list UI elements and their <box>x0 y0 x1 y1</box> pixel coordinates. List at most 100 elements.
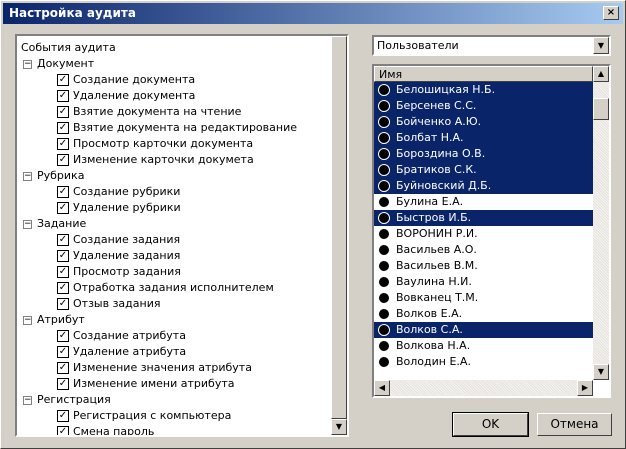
event-label: Создание рубрики <box>73 185 181 198</box>
user-row[interactable]: Васильев В.М. <box>374 258 593 274</box>
users-scroll-right-button[interactable]: ▶ <box>577 380 593 396</box>
combo-value: Пользователи <box>377 39 459 52</box>
event-checkbox[interactable]: ✓ <box>57 74 69 86</box>
user-name: Братиков С.К. <box>396 163 477 176</box>
event-checkbox[interactable]: ✓ <box>57 250 69 262</box>
users-horizontal-scrollbar[interactable]: ◀ ▶ <box>374 380 593 396</box>
user-name: Бойченко А.Ю. <box>396 115 482 128</box>
user-name: Волкова Н.А. <box>396 339 471 352</box>
user-row[interactable]: Белошицкая Н.Б. <box>374 82 593 98</box>
user-icon <box>378 228 390 240</box>
event-checkbox[interactable]: ✓ <box>57 282 69 294</box>
event-checkbox[interactable]: ✓ <box>57 154 69 166</box>
user-icon <box>378 244 390 256</box>
user-row[interactable]: Волков С.А. <box>374 322 593 338</box>
user-icon <box>378 148 390 160</box>
event-label: Удаление рубрики <box>73 201 181 214</box>
user-row[interactable]: Буйновский Д.Б. <box>374 178 593 194</box>
subject-type-combo[interactable]: Пользователи ▼ <box>372 35 611 56</box>
event-label: Удаление документа <box>73 89 196 102</box>
event-label: Создание документа <box>73 73 196 86</box>
cancel-button[interactable]: Отмена <box>537 413 612 436</box>
user-icon <box>378 276 390 288</box>
user-name: Ваулина Н.И. <box>396 275 472 288</box>
audit-settings-dialog: Настройка аудита × События аудита − Докуме… <box>0 0 626 449</box>
user-icon <box>378 308 390 320</box>
user-row[interactable]: Ваулина Н.И. <box>374 274 593 290</box>
users-vertical-scrollbar[interactable]: ▲ ▼ <box>593 66 609 380</box>
event-label: Регистрация с компьютера <box>73 409 232 422</box>
user-row[interactable]: Берсенев С.С. <box>374 98 593 114</box>
window-title: Настройка аудита <box>9 6 136 20</box>
event-label: Отзыв задания <box>73 297 161 310</box>
users-list: Имя Белошицкая Н.Б. Берсенев С.С. Бойченко… <box>372 64 611 398</box>
user-name: Бороздина О.В. <box>396 147 486 160</box>
tree-group-3[interactable]: Атрибут <box>37 312 85 328</box>
users-scroll-down-button[interactable]: ▼ <box>593 364 609 380</box>
user-icon <box>378 324 390 336</box>
user-row[interactable]: Волков Е.А. <box>374 306 593 322</box>
combo-dropdown-button[interactable]: ▼ <box>593 37 609 54</box>
event-label: Взятие документа на редактирование <box>73 121 297 134</box>
user-icon <box>378 356 390 368</box>
tree-expander-icon[interactable]: − <box>23 316 32 325</box>
tree-group-0[interactable]: Документ <box>37 56 94 72</box>
event-checkbox[interactable]: ✓ <box>57 378 69 390</box>
user-name: Белошицкая Н.Б. <box>396 83 496 96</box>
tree-expander-icon[interactable]: − <box>23 220 32 229</box>
tree-vertical-scrollbar[interactable]: ▼ <box>331 36 347 435</box>
user-row[interactable]: Васильев А.О. <box>374 242 593 258</box>
user-row[interactable]: Бойченко А.Ю. <box>374 114 593 130</box>
users-scroll-left-button[interactable]: ◀ <box>374 380 390 396</box>
event-checkbox[interactable]: ✓ <box>57 186 69 198</box>
user-row[interactable]: ВОРОНИН Р.И. <box>374 226 593 242</box>
event-label: Просмотр задания <box>73 265 181 278</box>
user-row[interactable]: Бороздина О.В. <box>374 146 593 162</box>
user-name: Васильев А.О. <box>396 243 477 256</box>
event-checkbox[interactable]: ✓ <box>57 266 69 278</box>
tree-group-2[interactable]: Задание <box>37 216 86 232</box>
user-row[interactable]: Быстров И.Б. <box>374 210 593 226</box>
user-name: Васильев В.М. <box>396 259 478 272</box>
event-label: Удаление задания <box>73 249 181 262</box>
user-row[interactable]: Володин Е.А. <box>374 354 593 370</box>
event-checkbox[interactable]: ✓ <box>57 138 69 150</box>
user-icon <box>378 340 390 352</box>
tree-scroll-down-button[interactable]: ▼ <box>331 419 347 435</box>
user-icon <box>378 100 390 112</box>
event-checkbox[interactable]: ✓ <box>57 298 69 310</box>
user-row[interactable]: Булина Е.А. <box>374 194 593 210</box>
tree-expander-icon[interactable]: − <box>23 60 32 69</box>
user-row[interactable]: Вовканец Т.М. <box>374 290 593 306</box>
close-button[interactable]: × <box>603 6 619 20</box>
user-name: Вовканец Т.М. <box>396 291 479 304</box>
tree-group-1[interactable]: Рубрика <box>37 168 84 184</box>
event-checkbox[interactable]: ✓ <box>57 346 69 358</box>
user-icon <box>378 180 390 192</box>
event-label: Создание атрибута <box>73 329 186 342</box>
event-checkbox[interactable]: ✓ <box>57 122 69 134</box>
event-checkbox[interactable]: ✓ <box>57 106 69 118</box>
user-icon <box>378 132 390 144</box>
user-row[interactable]: Братиков С.К. <box>374 162 593 178</box>
tree-expander-icon[interactable]: − <box>23 396 32 405</box>
event-checkbox[interactable]: ✓ <box>57 426 69 435</box>
event-checkbox[interactable]: ✓ <box>57 330 69 342</box>
tree-content: События аудита − Документ ✓ Создание докумен… <box>17 36 331 435</box>
tree-group-4[interactable]: Регистрация <box>37 392 111 408</box>
user-row[interactable]: Волкова Н.А. <box>374 338 593 354</box>
ok-button[interactable]: OK <box>452 412 529 437</box>
title-bar[interactable]: Настройка аудита × <box>3 3 623 24</box>
users-scroll-thumb[interactable] <box>593 98 609 120</box>
event-label: Изменение значения атрибута <box>73 361 252 374</box>
tree-expander-icon[interactable]: − <box>23 172 32 181</box>
user-row[interactable]: Болбат Н.А. <box>374 130 593 146</box>
event-checkbox[interactable]: ✓ <box>57 234 69 246</box>
event-checkbox[interactable]: ✓ <box>57 362 69 374</box>
event-checkbox[interactable]: ✓ <box>57 90 69 102</box>
users-scroll-up-button[interactable]: ▲ <box>593 66 609 82</box>
event-checkbox[interactable]: ✓ <box>57 410 69 422</box>
tree-scroll-thumb[interactable] <box>331 36 347 419</box>
event-label: Взятие документа на чтение <box>73 105 242 118</box>
event-checkbox[interactable]: ✓ <box>57 202 69 214</box>
